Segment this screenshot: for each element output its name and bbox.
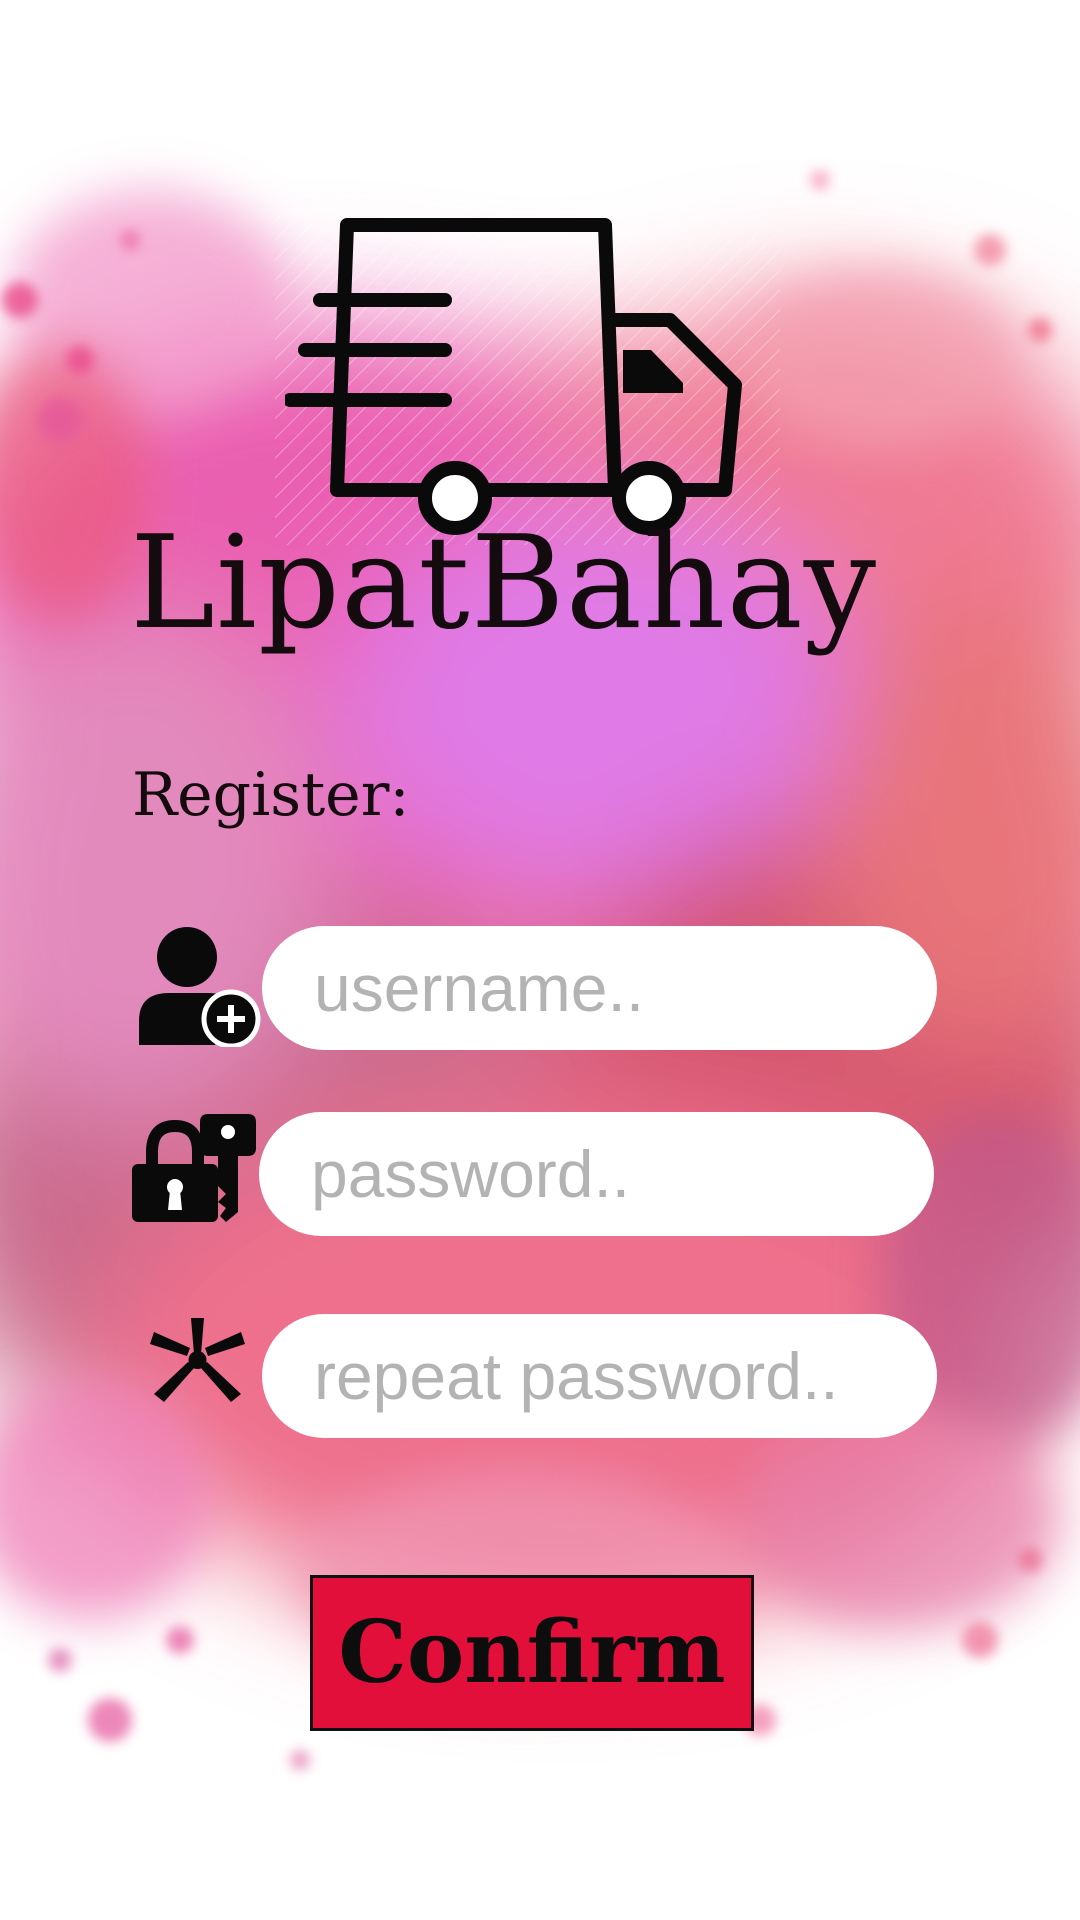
confirm-button[interactable]: Confirm [310,1575,754,1731]
asterisk-icon [150,1318,245,1402]
register-heading: Register: [132,760,410,830]
app-brand-title: LipatBahay [130,509,878,658]
lock-key-icon [132,1114,256,1222]
repeat-password-input[interactable] [262,1314,937,1438]
password-input[interactable] [259,1112,934,1236]
username-input[interactable] [262,926,937,1050]
add-user-icon [139,927,261,1047]
delivery-truck-icon [285,218,742,535]
